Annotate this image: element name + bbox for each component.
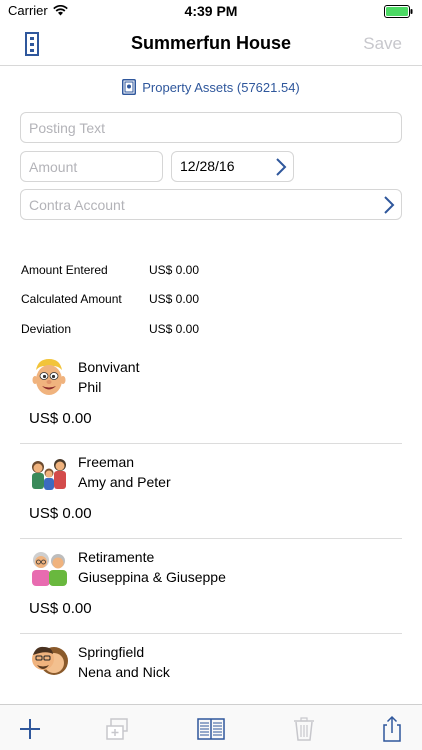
member-last-name: Bonvivant xyxy=(78,359,140,375)
summary-value: US$ 0.00 xyxy=(149,292,200,306)
member-first-name: Phil xyxy=(78,379,102,395)
summary-value: US$ 0.00 xyxy=(149,263,200,277)
status-time: 4:39 PM xyxy=(184,3,238,19)
chevron-right-icon[interactable] xyxy=(275,157,287,177)
account-book-icon xyxy=(122,79,137,95)
member-last-name: Freeman xyxy=(78,454,135,470)
member-row[interactable]: Retiramente Giuseppina & Giuseppe US$ 0.… xyxy=(0,539,422,634)
avatar xyxy=(32,646,68,675)
duplicate-icon[interactable] xyxy=(104,715,132,743)
member-row[interactable]: Bonvivant Phil US$ 0.00 xyxy=(0,349,422,444)
contra-account-field[interactable] xyxy=(20,189,402,220)
member-last-name: Springfield xyxy=(78,644,145,660)
battery-icon xyxy=(384,5,413,18)
summary-value: US$ 0.00 xyxy=(149,322,200,336)
summary-label: Amount Entered xyxy=(21,263,108,277)
avatar xyxy=(32,359,66,395)
nav-title: Summerfun House xyxy=(130,33,292,53)
share-icon[interactable] xyxy=(378,715,406,743)
trash-icon[interactable] xyxy=(290,715,318,743)
date-field[interactable]: 12/28/16 xyxy=(171,151,294,182)
book-icon[interactable] xyxy=(197,715,225,743)
save-button[interactable]: Save xyxy=(363,34,402,54)
contra-account-input[interactable] xyxy=(21,190,401,219)
member-amount: US$ 0.00 xyxy=(29,410,92,427)
status-bar: Carrier 4:39 PM xyxy=(0,0,422,22)
posting-text-input[interactable] xyxy=(21,113,401,142)
member-last-name: Retiramente xyxy=(78,549,155,565)
summary-label: Deviation xyxy=(21,322,72,336)
avatar xyxy=(32,552,67,586)
chevron-right-icon[interactable] xyxy=(383,195,395,215)
amount-input[interactable] xyxy=(21,152,162,181)
member-row[interactable]: Freeman Amy and Peter US$ 0.00 xyxy=(0,444,422,539)
posting-text-field[interactable] xyxy=(20,112,402,143)
amount-field[interactable] xyxy=(20,151,163,182)
avatar xyxy=(32,459,66,490)
bottom-toolbar xyxy=(0,704,422,750)
member-amount: US$ 0.00 xyxy=(29,505,92,522)
member-amount: US$ 0.00 xyxy=(29,600,92,617)
account-link[interactable]: Property Assets (57621.54) xyxy=(0,79,422,95)
summary-label: Calculated Amount xyxy=(21,292,122,306)
member-first-name: Amy and Peter xyxy=(78,474,171,490)
plus-icon[interactable] xyxy=(16,715,44,743)
navigation-bar: Summerfun House Save xyxy=(0,22,422,66)
member-first-name: Giuseppina & Giuseppe xyxy=(78,569,226,585)
member-first-name: Nena and Nick xyxy=(78,664,170,680)
account-label: Property Assets (57621.54) xyxy=(142,79,300,95)
